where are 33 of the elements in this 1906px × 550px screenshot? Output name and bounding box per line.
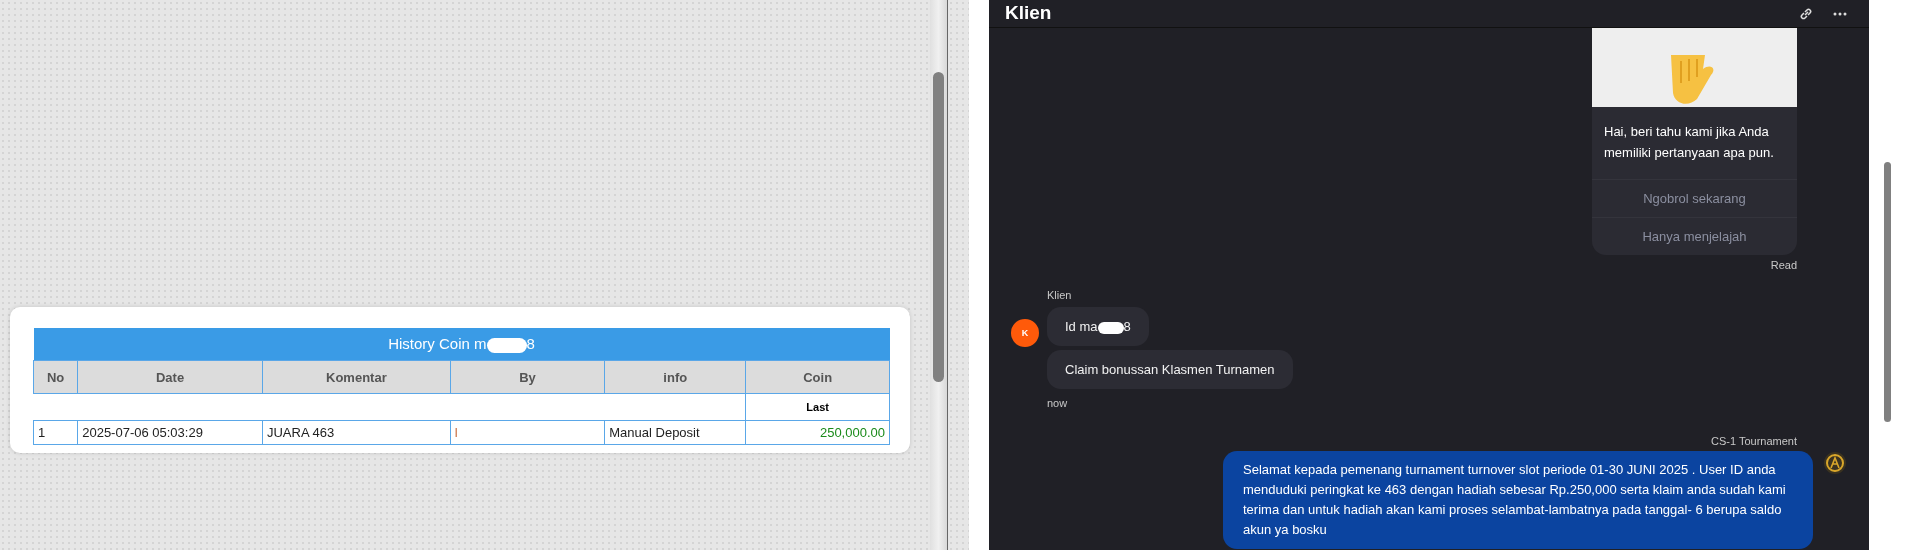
- column-header: info: [604, 360, 746, 394]
- message-bubble: Claim bonussan Klasmen Turnamen: [1047, 350, 1293, 389]
- redaction-mark: [1097, 321, 1124, 334]
- sender-name: CS-1 Tournament: [1711, 435, 1797, 447]
- column-header: Coin: [745, 360, 890, 394]
- scrollbar-thumb[interactable]: [1883, 162, 1891, 422]
- sender-name: Klien: [1047, 289, 1072, 301]
- scrollbar[interactable]: [930, 0, 948, 550]
- column-header: No: [33, 360, 78, 394]
- link-icon[interactable]: [1799, 7, 1813, 21]
- table-cell: Manual Deposit: [604, 420, 746, 445]
- user-avatar: K: [1011, 319, 1039, 347]
- chat-title: Klien: [1005, 2, 1052, 24]
- table-cell: JUARA 463: [262, 420, 451, 445]
- quick-reply-button[interactable]: Ngobrol sekarang: [1592, 179, 1797, 217]
- message-time: now: [1047, 397, 1068, 409]
- subheader-cell: Last: [745, 393, 890, 421]
- table-cell: 250,000.00: [745, 420, 890, 445]
- read-status: Read: [1770, 259, 1797, 271]
- welcome-message: Hai, beri tahu kami jika Anda memiliki pertanyaan apa pun.: [1603, 123, 1775, 162]
- table-cell: l: [450, 420, 605, 445]
- message-bubble: Id ma 8: [1047, 307, 1149, 346]
- table-cell: 1: [33, 420, 78, 445]
- column-header: By: [450, 360, 605, 394]
- redaction-mark: [486, 337, 527, 353]
- table-cell: 2025-07-06 05:03:29: [77, 420, 263, 445]
- message-bubble: Selamat kepada pemenang turnament turnover slot periode 01-30 JUNI 2025 . User ID anda menduduki peringkat ke 463 dengan hadiah sebesar Rp.250,000 serta klaim anda sudah kami terima dan untuk hadiah akan kami proses selambat-lambatnya pada tanggal- 6 berupa saldo akun ya bosku: [1223, 451, 1813, 549]
- quick-reply-button[interactable]: Hanya menjelajah: [1592, 217, 1797, 255]
- agent-avatar: [1823, 451, 1847, 475]
- column-header: Date: [77, 360, 263, 394]
- column-header: Komentar: [262, 360, 451, 394]
- more-icon[interactable]: [1833, 12, 1847, 16]
- table-title: History Coin m 8: [33, 328, 890, 361]
